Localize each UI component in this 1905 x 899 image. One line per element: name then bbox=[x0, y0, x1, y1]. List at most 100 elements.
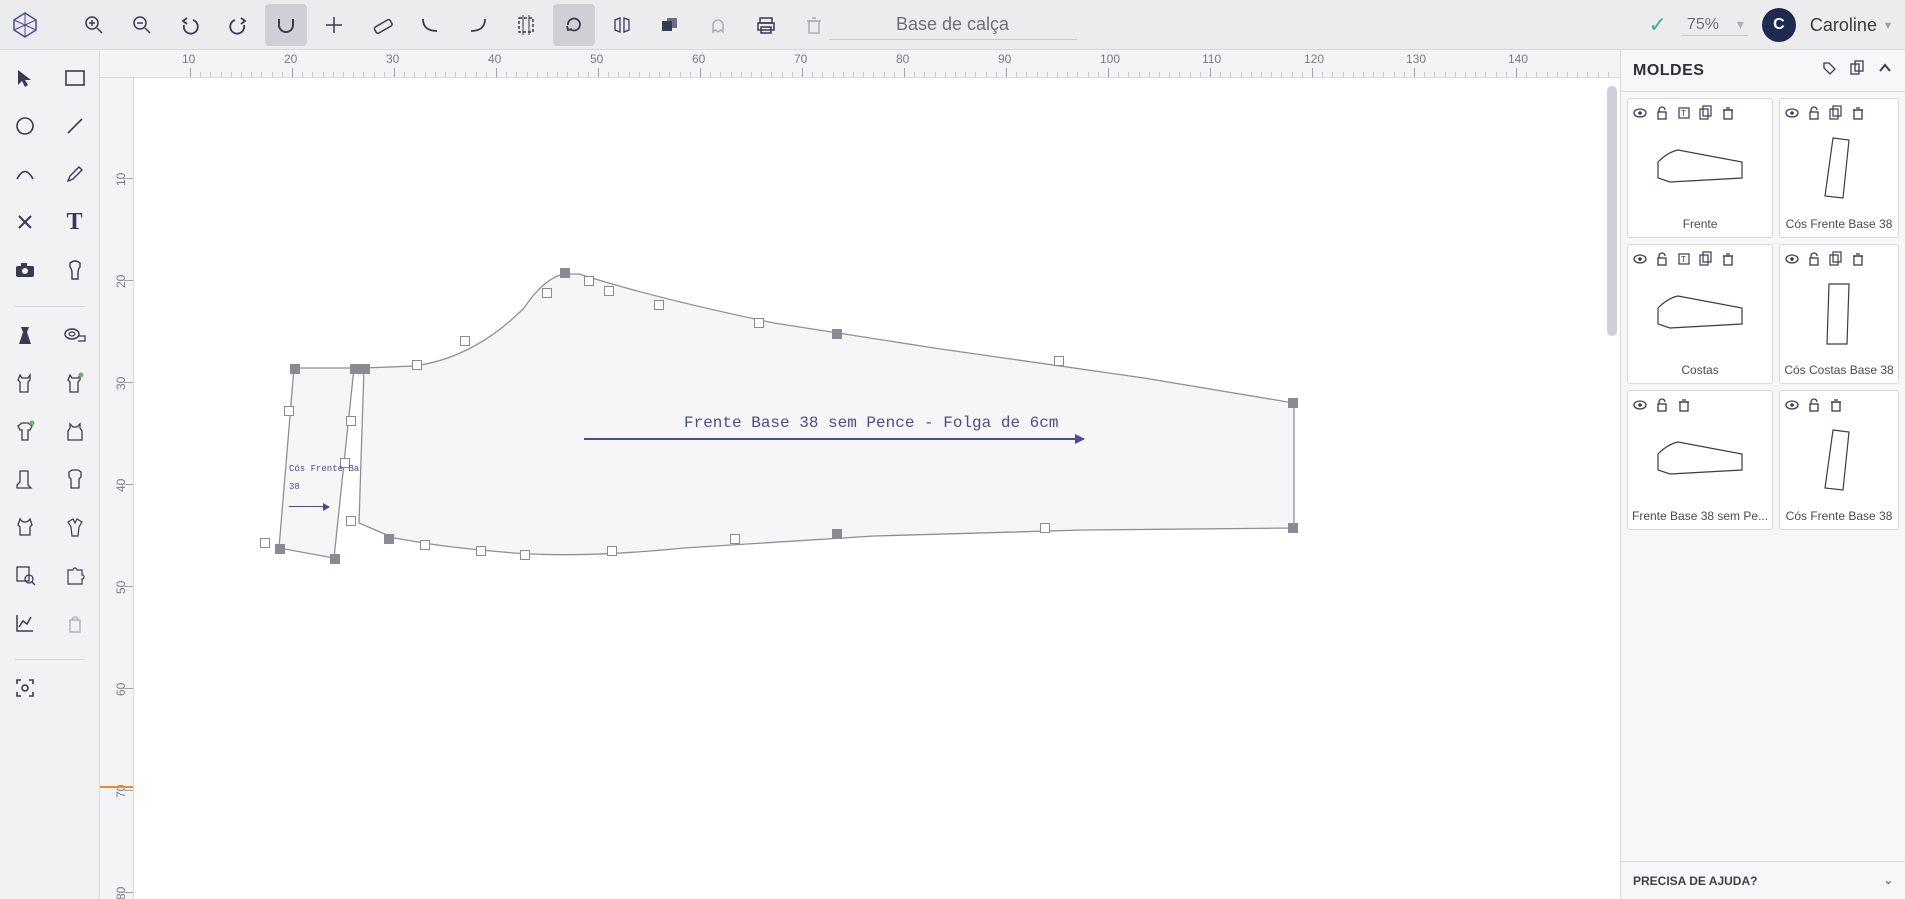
pattern-handle[interactable] bbox=[754, 318, 764, 328]
delete-point-tool[interactable] bbox=[9, 206, 41, 238]
piece-search-tool[interactable] bbox=[9, 559, 41, 591]
focus-tool[interactable] bbox=[9, 672, 41, 704]
vest-tool[interactable] bbox=[59, 415, 91, 447]
redo-button[interactable] bbox=[217, 4, 259, 46]
mirror-button[interactable] bbox=[601, 4, 643, 46]
zoom-select[interactable]: 75% bbox=[1681, 14, 1748, 36]
curve-right-button[interactable] bbox=[457, 4, 499, 46]
bodice-tool[interactable] bbox=[9, 511, 41, 543]
pattern-handle[interactable] bbox=[832, 329, 842, 339]
pattern-handle[interactable] bbox=[460, 336, 470, 346]
pattern-handle[interactable] bbox=[607, 546, 617, 556]
pattern-main[interactable]: Frente Base 38 sem Pence - Folga de 6cm bbox=[354, 268, 1314, 628]
undo-button[interactable] bbox=[169, 4, 211, 46]
snap-button[interactable] bbox=[265, 4, 307, 46]
document-title-input[interactable] bbox=[829, 10, 1077, 40]
lock-icon[interactable] bbox=[1654, 105, 1670, 121]
tag-icon[interactable]: T bbox=[1676, 105, 1692, 121]
app-logo[interactable] bbox=[0, 0, 50, 50]
line-tool[interactable] bbox=[59, 110, 91, 142]
ruler-button[interactable] bbox=[361, 4, 403, 46]
zoom-out-button[interactable] bbox=[121, 4, 163, 46]
sleeve-tool[interactable] bbox=[9, 463, 41, 495]
pattern-handle[interactable] bbox=[260, 538, 270, 548]
panel-collapse-icon[interactable] bbox=[1877, 60, 1893, 81]
refresh-button[interactable] bbox=[553, 4, 595, 46]
pattern-handle[interactable] bbox=[290, 364, 300, 374]
body-tool[interactable] bbox=[59, 254, 91, 286]
pattern-handle[interactable] bbox=[420, 540, 430, 550]
eye-icon[interactable] bbox=[1784, 251, 1800, 267]
help-bar[interactable]: PRECISA DE AJUDA? ⌄ bbox=[1621, 861, 1905, 899]
circle-tool[interactable] bbox=[9, 110, 41, 142]
bounding-box-button[interactable] bbox=[505, 4, 547, 46]
trash-icon[interactable] bbox=[1850, 251, 1866, 267]
collar-tool[interactable] bbox=[59, 511, 91, 543]
pattern-handle[interactable] bbox=[1288, 523, 1298, 533]
eye-icon[interactable] bbox=[1784, 397, 1800, 413]
zoom-in-button[interactable] bbox=[73, 4, 115, 46]
mold-card[interactable]: TFrente bbox=[1627, 98, 1773, 238]
vest2-tool[interactable] bbox=[59, 463, 91, 495]
canvas[interactable]: Cós Frente Base 38 Frente Base 38 sem Pe… bbox=[134, 78, 1620, 899]
eye-icon[interactable] bbox=[1632, 251, 1648, 267]
pattern-handle[interactable] bbox=[654, 300, 664, 310]
tag-icon[interactable]: T bbox=[1676, 251, 1692, 267]
pattern-handle[interactable] bbox=[560, 268, 570, 278]
copy-icon[interactable] bbox=[1828, 105, 1844, 121]
lock-icon[interactable] bbox=[1654, 251, 1670, 267]
pattern-handle[interactable] bbox=[832, 529, 842, 539]
panel-tag-icon[interactable] bbox=[1821, 60, 1837, 81]
graph-tool[interactable] bbox=[9, 607, 41, 639]
lock-icon[interactable] bbox=[1806, 105, 1822, 121]
layers-button[interactable] bbox=[649, 4, 691, 46]
pencil-tool[interactable] bbox=[59, 158, 91, 190]
pattern-handle[interactable] bbox=[1288, 398, 1298, 408]
trash-icon[interactable] bbox=[1850, 105, 1866, 121]
user-avatar[interactable]: C bbox=[1762, 8, 1796, 42]
curve-tool[interactable] bbox=[9, 158, 41, 190]
pattern-handle[interactable] bbox=[412, 360, 422, 370]
print-button[interactable] bbox=[745, 4, 787, 46]
measure-tape-tool[interactable] bbox=[59, 319, 91, 351]
text-tool[interactable]: T bbox=[59, 206, 91, 238]
trash-icon[interactable] bbox=[1828, 397, 1844, 413]
pattern-handle[interactable] bbox=[360, 364, 370, 374]
scrollbar-thumb[interactable] bbox=[1607, 86, 1617, 336]
camera-tool[interactable] bbox=[9, 254, 41, 286]
mold-card[interactable]: Cós Frente Base 38 bbox=[1779, 98, 1899, 238]
rect-tool[interactable] bbox=[59, 62, 91, 94]
pattern-handle[interactable] bbox=[542, 288, 552, 298]
trash-icon[interactable] bbox=[1720, 251, 1736, 267]
lock-icon[interactable] bbox=[1806, 397, 1822, 413]
pattern-handle[interactable] bbox=[476, 546, 486, 556]
mold-card[interactable]: Frente Base 38 sem Pe... bbox=[1627, 390, 1773, 530]
copy-icon[interactable] bbox=[1698, 105, 1714, 121]
pattern-handle[interactable] bbox=[330, 554, 340, 564]
pattern-handle[interactable] bbox=[604, 286, 614, 296]
mold-card[interactable]: TCostas bbox=[1627, 244, 1773, 384]
eye-icon[interactable] bbox=[1632, 105, 1648, 121]
select-tool[interactable] bbox=[9, 62, 41, 94]
crosshair-button[interactable] bbox=[313, 4, 355, 46]
puzzle-tool[interactable] bbox=[59, 559, 91, 591]
trash-icon[interactable] bbox=[1676, 397, 1692, 413]
eye-icon[interactable] bbox=[1784, 105, 1800, 121]
pattern-handle[interactable] bbox=[284, 406, 294, 416]
lock-icon[interactable] bbox=[1654, 397, 1670, 413]
user-menu-chevron-icon[interactable]: ▾ bbox=[1885, 18, 1891, 32]
trash-icon[interactable] bbox=[1720, 105, 1736, 121]
pattern-handle[interactable] bbox=[1040, 523, 1050, 533]
pattern-handle[interactable] bbox=[1054, 356, 1064, 366]
lock-icon[interactable] bbox=[1806, 251, 1822, 267]
eye-icon[interactable] bbox=[1632, 397, 1648, 413]
tank-dot-tool[interactable] bbox=[59, 367, 91, 399]
curve-left-button[interactable] bbox=[409, 4, 451, 46]
ghost-button[interactable] bbox=[697, 4, 739, 46]
copy-icon[interactable] bbox=[1828, 251, 1844, 267]
tank-tool[interactable] bbox=[9, 367, 41, 399]
mold-card[interactable]: Cós Frente Base 38 bbox=[1779, 390, 1899, 530]
pattern-handle[interactable] bbox=[584, 276, 594, 286]
pattern-handle[interactable] bbox=[275, 544, 285, 554]
dress-fill-tool[interactable] bbox=[9, 319, 41, 351]
